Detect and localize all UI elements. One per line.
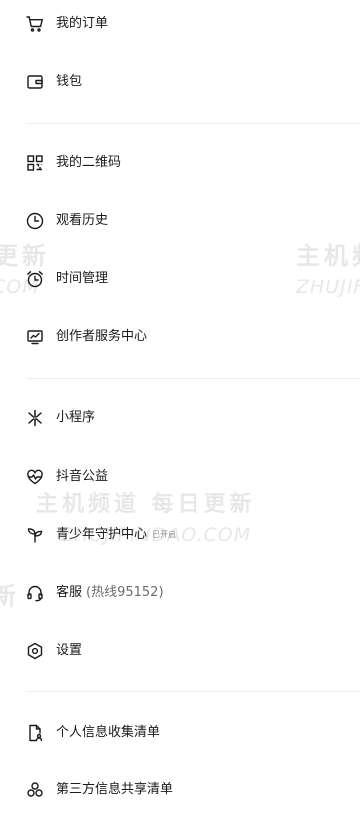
menu-label-orders: 我的订单 bbox=[56, 16, 109, 31]
divider bbox=[27, 378, 360, 379]
menu-item-miniapp[interactable]: 小程序 bbox=[0, 398, 360, 438]
divider bbox=[27, 691, 360, 692]
qrcode-icon bbox=[25, 153, 45, 173]
menu-item-history[interactable]: 观看历史 bbox=[0, 201, 360, 241]
wallet-icon bbox=[25, 72, 45, 92]
menu-item-wallet[interactable]: 钱包 bbox=[0, 62, 360, 102]
menu-item-charity[interactable]: 抖音公益 bbox=[0, 457, 360, 497]
menu-label-time: 时间管理 bbox=[56, 271, 109, 286]
alarm-clock-icon bbox=[25, 269, 45, 289]
menu-label-youth: 青少年守护中心 已开启 bbox=[56, 527, 177, 542]
monitor-chart-icon bbox=[25, 327, 45, 347]
heart-pulse-icon bbox=[25, 467, 45, 487]
menu-label-miniapp: 小程序 bbox=[56, 410, 96, 425]
menu-item-service[interactable]: 客服 (热线95152) bbox=[0, 573, 360, 613]
asterisk-icon bbox=[25, 408, 45, 428]
settings-hexagon-icon bbox=[25, 641, 45, 661]
menu-label-wallet: 钱包 bbox=[56, 74, 83, 89]
menu-item-qrcode[interactable]: 我的二维码 bbox=[0, 143, 360, 183]
clock-icon bbox=[25, 211, 45, 231]
menu-label-history: 观看历史 bbox=[56, 213, 109, 228]
status-badge: 已开启 bbox=[152, 530, 177, 539]
menu-label-personal-info: 个人信息收集清单 bbox=[56, 725, 161, 740]
cart-icon bbox=[25, 14, 45, 34]
menu-label-qrcode: 我的二维码 bbox=[56, 155, 122, 170]
menu-item-creator[interactable]: 创作者服务中心 bbox=[0, 317, 360, 357]
menu-item-orders[interactable]: 我的订单 bbox=[0, 4, 360, 44]
menu-label-service: 客服 (热线95152) bbox=[56, 585, 164, 600]
menu-item-third-party[interactable]: 第三方信息共享清单 bbox=[0, 770, 360, 810]
menu-label-charity: 抖音公益 bbox=[56, 469, 109, 484]
sprout-icon bbox=[25, 525, 45, 545]
menu-item-youth[interactable]: 青少年守护中心 已开启 bbox=[0, 515, 360, 555]
document-user-icon bbox=[25, 723, 45, 743]
headset-icon bbox=[25, 583, 45, 603]
menu-label-settings: 设置 bbox=[56, 643, 83, 658]
menu-item-personal-info[interactable]: 个人信息收集清单 bbox=[0, 713, 360, 753]
menu-item-time[interactable]: 时间管理 bbox=[0, 259, 360, 299]
menu-item-settings[interactable]: 设置 bbox=[0, 631, 360, 671]
menu-label-third-party: 第三方信息共享清单 bbox=[56, 782, 174, 797]
service-hotline: (热线95152) bbox=[86, 585, 164, 600]
divider bbox=[27, 123, 360, 124]
share-circles-icon bbox=[25, 780, 45, 800]
menu-label-creator: 创作者服务中心 bbox=[56, 329, 148, 344]
